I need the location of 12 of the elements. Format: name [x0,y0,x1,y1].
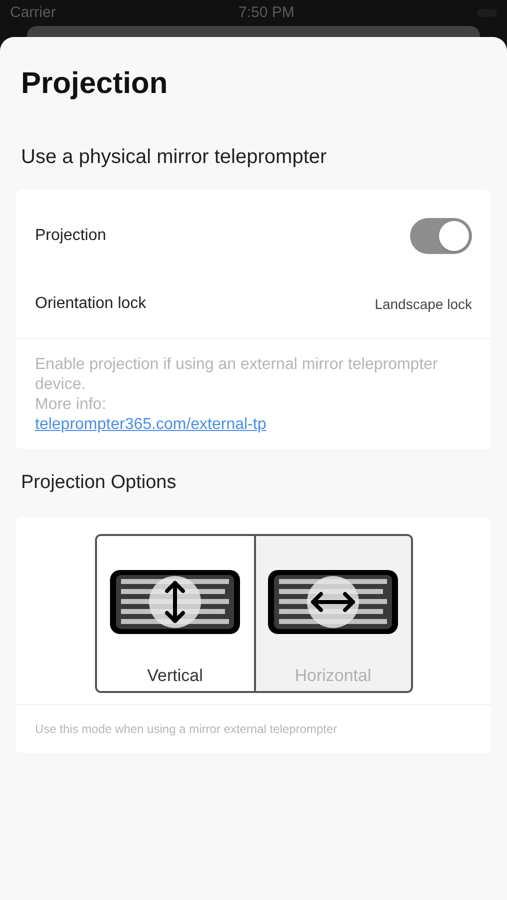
setting-value[interactable]: Landscape lock [374,294,472,314]
options-heading: Projection Options [21,471,178,495]
options-note: Use this mode when using a mirror external teleprompter [35,721,338,738]
setting-label: Projection [35,226,106,246]
time-label: 7:50 PM [238,2,294,23]
setting-label: Orientation lock [35,294,146,314]
description-text: Enable projection if using an external mirror teleprompter device. [35,355,439,395]
projection-toggle[interactable] [410,218,472,254]
page-title: Projection [21,66,169,102]
section-heading: Use a physical mirror teleprompter [21,145,328,169]
carrier-label: Carrier [10,2,56,23]
more-info-label: More info: [35,395,108,415]
